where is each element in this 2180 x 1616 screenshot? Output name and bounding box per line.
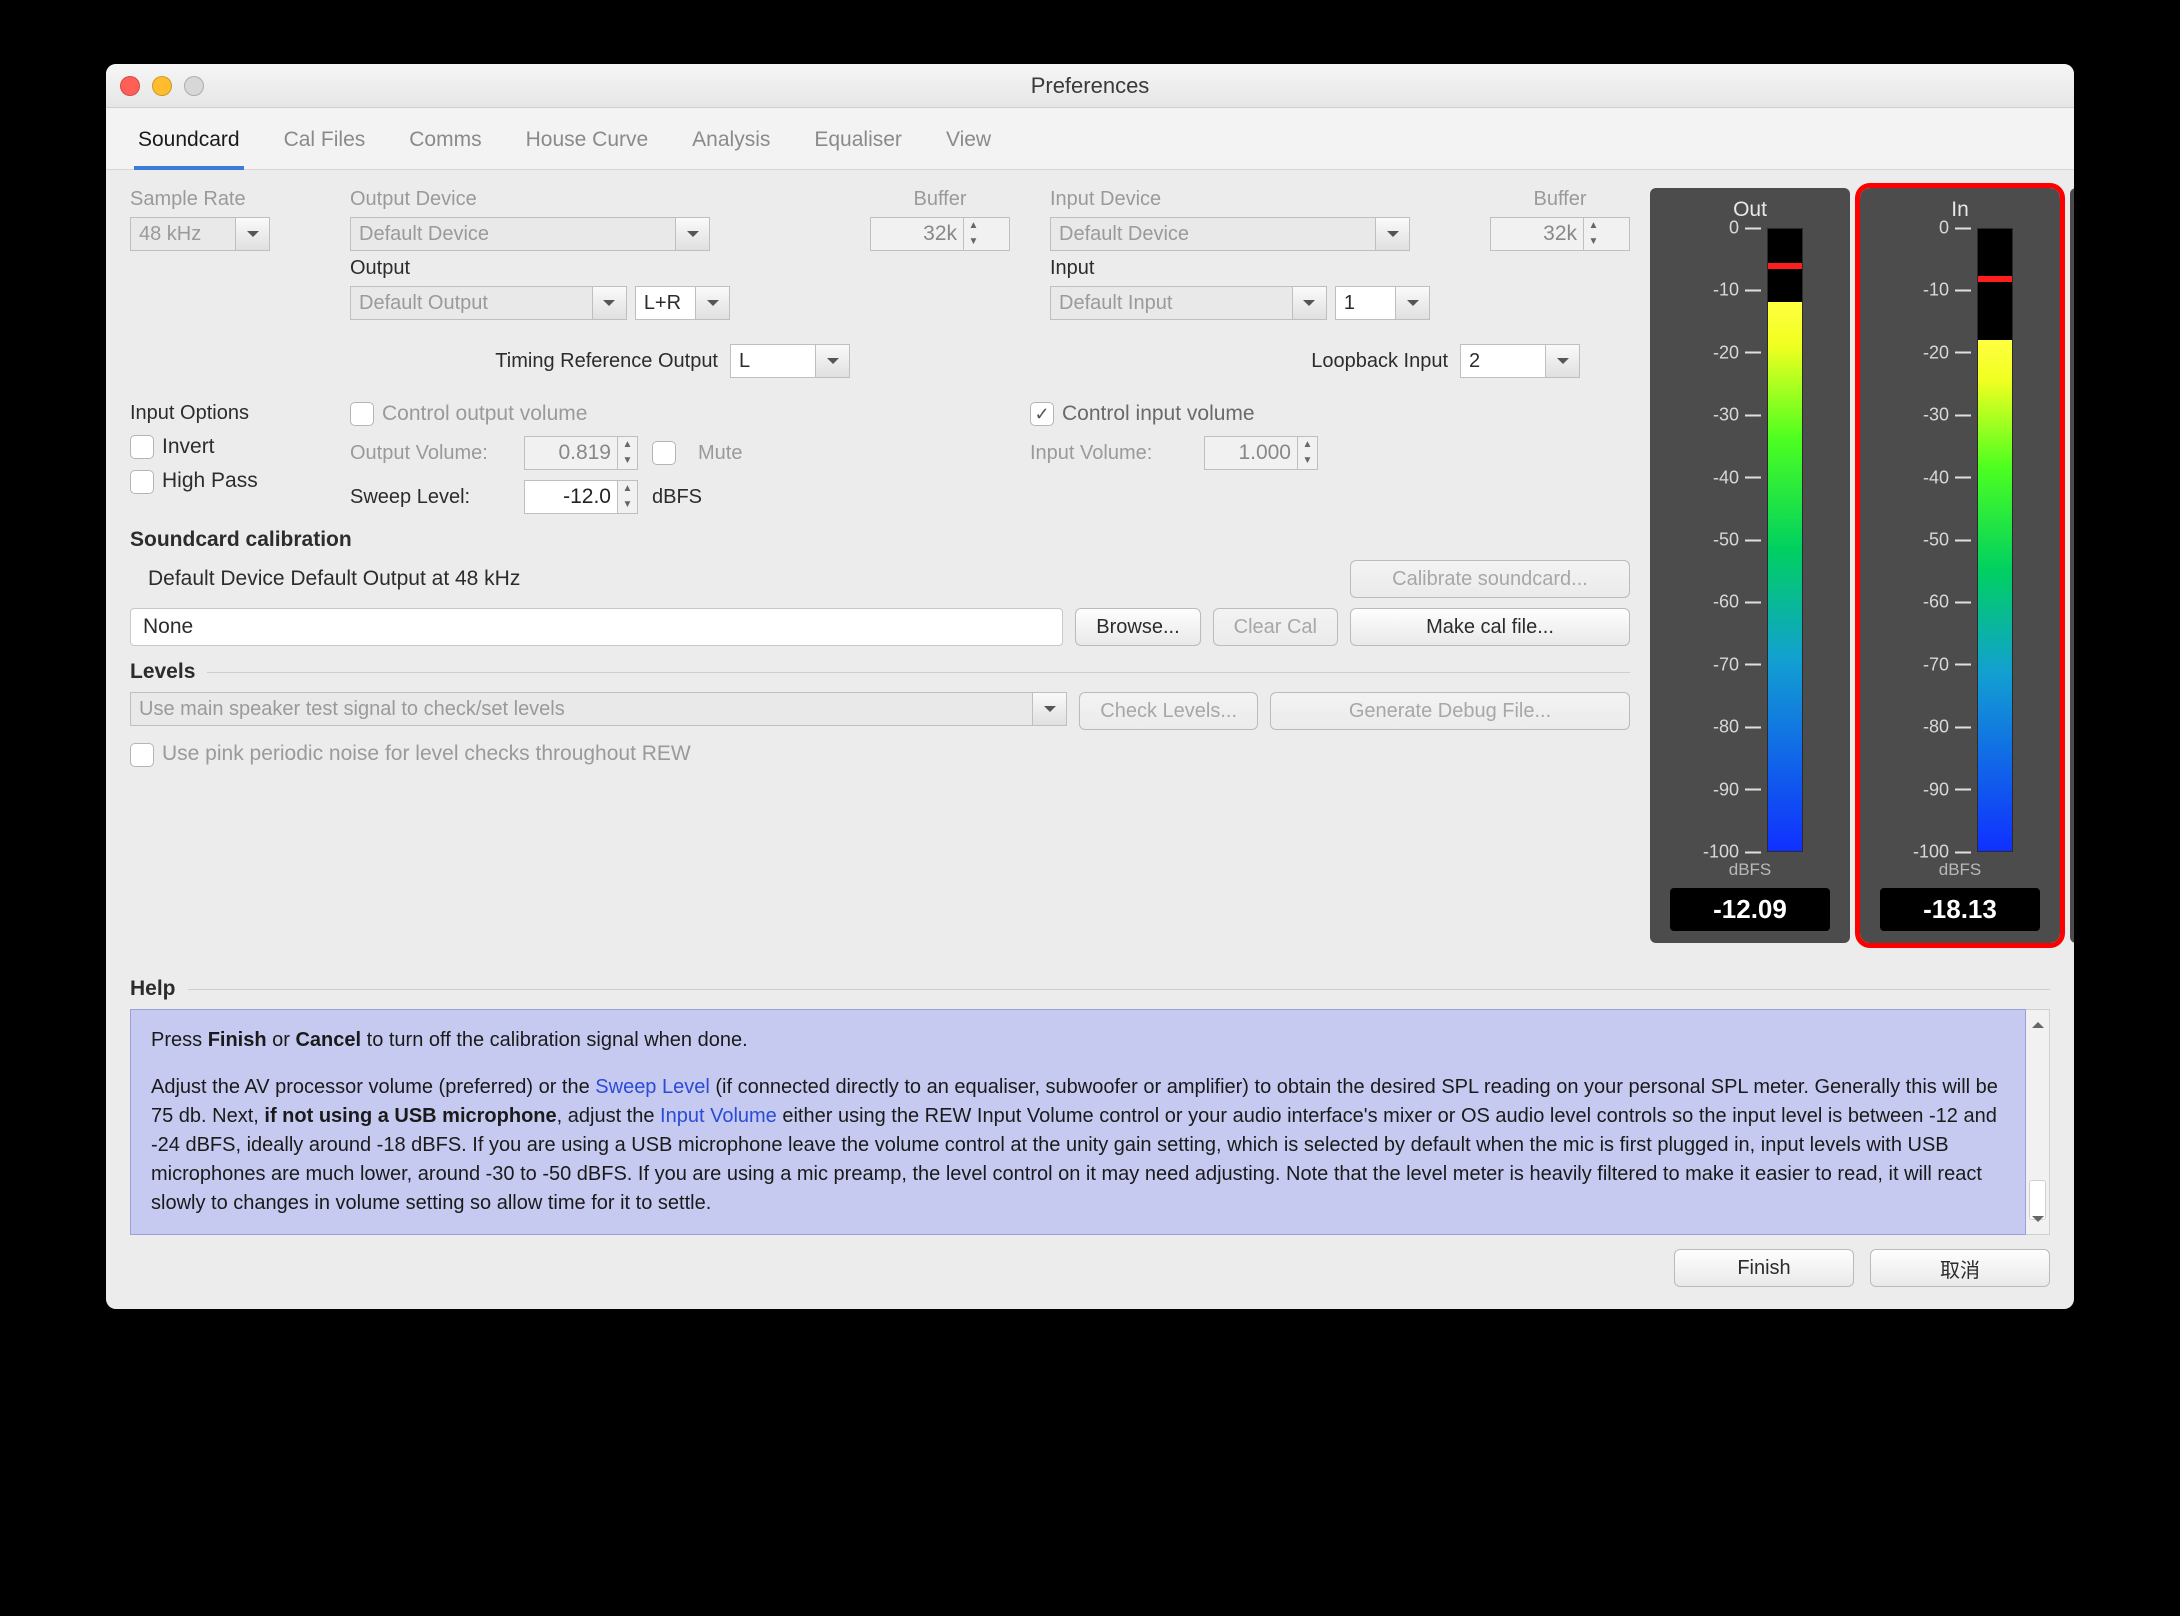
input-channel-select[interactable]: 1 xyxy=(1335,286,1430,320)
levels-signal-select[interactable]: Use main speaker test signal to check/se… xyxy=(130,692,1067,726)
help-text: Press Finish or Cancel to turn off the c… xyxy=(130,1009,2026,1235)
help-scrollbar[interactable] xyxy=(2026,1009,2050,1235)
buffer-out-input[interactable]: 32k ▲▼ xyxy=(870,217,1010,251)
preferences-window: Preferences Soundcard Cal Files Comms Ho… xyxy=(106,64,2074,1309)
input-device-label: Input Device xyxy=(1050,188,1430,211)
sample-rate-label: Sample Rate xyxy=(130,188,330,211)
scroll-thumb[interactable] xyxy=(2029,1180,2046,1220)
meters-panel: Out 0-10-20-30-40-50-60-70-80-90-100 dBF… xyxy=(1650,188,2074,943)
tab-view[interactable]: View xyxy=(942,122,995,169)
buffer-in-label: Buffer xyxy=(1490,188,1630,211)
input-options-label: Input Options xyxy=(130,402,330,425)
tab-soundcard[interactable]: Soundcard xyxy=(134,122,244,170)
levels-title: Levels xyxy=(130,660,1630,684)
help-title: Help xyxy=(130,977,2050,1001)
browse-button[interactable]: Browse... xyxy=(1075,608,1200,646)
control-output-volume-checkbox[interactable] xyxy=(350,402,374,426)
generate-debug-file-button[interactable]: Generate Debug File... xyxy=(1270,692,1630,730)
meter-out: Out 0-10-20-30-40-50-60-70-80-90-100 dBF… xyxy=(1650,188,1850,943)
meter-in-readout: -18.13 xyxy=(1880,888,2040,931)
chevron-up-icon: ▲ xyxy=(964,218,983,234)
control-output-volume-label: Control output volume xyxy=(382,402,587,425)
input-volume-label: Input Volume: xyxy=(1030,442,1190,465)
tab-analysis[interactable]: Analysis xyxy=(688,122,774,169)
output-volume-label: Output Volume: xyxy=(350,442,510,465)
buffer-out-label: Buffer xyxy=(870,188,1010,211)
tab-equaliser[interactable]: Equaliser xyxy=(810,122,906,169)
highpass-checkbox[interactable] xyxy=(130,470,154,494)
finish-button[interactable]: Finish xyxy=(1674,1249,1854,1287)
pink-noise-label: Use pink periodic noise for level checks… xyxy=(162,742,691,765)
loopback-label: Loopback Input xyxy=(1311,350,1448,373)
output-volume-input[interactable]: 0.819▲▼ xyxy=(524,436,638,470)
output-device-label: Output Device xyxy=(350,188,730,211)
sweep-level-link[interactable]: Sweep Level xyxy=(595,1076,710,1098)
tab-house-curve[interactable]: House Curve xyxy=(522,122,653,169)
sweep-unit: dBFS xyxy=(652,486,702,509)
invert-label: Invert xyxy=(162,435,215,458)
cancel-button[interactable]: 取消 xyxy=(1870,1249,2050,1287)
meter-in: In 0-10-20-30-40-50-60-70-80-90-100 dBFS… xyxy=(1860,188,2060,943)
timing-ref-select[interactable]: L xyxy=(730,344,850,378)
mute-label: Mute xyxy=(698,442,742,465)
check-levels-button[interactable]: Check Levels... xyxy=(1079,692,1258,730)
sweep-level-label: Sweep Level: xyxy=(350,486,510,509)
mute-checkbox[interactable] xyxy=(652,441,676,465)
chevron-down-icon: ▼ xyxy=(964,234,983,250)
input-volume-link[interactable]: Input Volume xyxy=(660,1105,777,1127)
make-cal-file-button[interactable]: Make cal file... xyxy=(1350,608,1630,646)
sample-rate-select[interactable]: 48 kHz xyxy=(130,217,270,251)
output-device-select[interactable]: Default Device xyxy=(350,217,710,251)
titlebar[interactable]: Preferences xyxy=(106,64,2074,108)
scroll-down-icon[interactable] xyxy=(2032,1216,2044,1228)
highpass-label: High Pass xyxy=(162,469,258,492)
tab-comms[interactable]: Comms xyxy=(405,122,485,169)
soundcard-calibration-title: Soundcard calibration xyxy=(130,528,1630,552)
tab-cal-files[interactable]: Cal Files xyxy=(280,122,370,169)
window-title: Preferences xyxy=(106,73,2074,99)
meter-out-readout: -12.09 xyxy=(1670,888,1830,931)
loopback-select[interactable]: 2 xyxy=(1460,344,1580,378)
tab-bar: Soundcard Cal Files Comms House Curve An… xyxy=(106,108,2074,170)
input-device-select[interactable]: Default Device xyxy=(1050,217,1410,251)
control-input-volume-checkbox[interactable] xyxy=(1030,402,1054,426)
input-label: Input xyxy=(1050,257,1430,280)
control-input-volume-label: Control input volume xyxy=(1062,402,1255,425)
clear-cal-button[interactable]: Clear Cal xyxy=(1213,608,1338,646)
output-channel-select[interactable]: L+R xyxy=(635,286,730,320)
meter-ref: Ref In 0-10-20-30-40-50-60-70-80-90-100 … xyxy=(2070,188,2074,943)
buffer-in-input[interactable]: 32k ▲▼ xyxy=(1490,217,1630,251)
calibrate-soundcard-button[interactable]: Calibrate soundcard... xyxy=(1350,560,1630,598)
output-label: Output xyxy=(350,257,730,280)
pink-noise-checkbox[interactable] xyxy=(130,743,154,767)
output-select[interactable]: Default Output xyxy=(350,286,627,320)
scroll-up-icon[interactable] xyxy=(2032,1016,2044,1028)
sweep-level-input[interactable]: -12.0▲▼ xyxy=(524,480,638,514)
calibration-device-line: Default Device Default Output at 48 kHz xyxy=(148,567,520,591)
timing-ref-label: Timing Reference Output xyxy=(495,350,718,373)
input-select[interactable]: Default Input xyxy=(1050,286,1327,320)
calibration-file-input[interactable]: None xyxy=(130,608,1063,646)
input-volume-input[interactable]: 1.000▲▼ xyxy=(1204,436,1318,470)
invert-checkbox[interactable] xyxy=(130,435,154,459)
